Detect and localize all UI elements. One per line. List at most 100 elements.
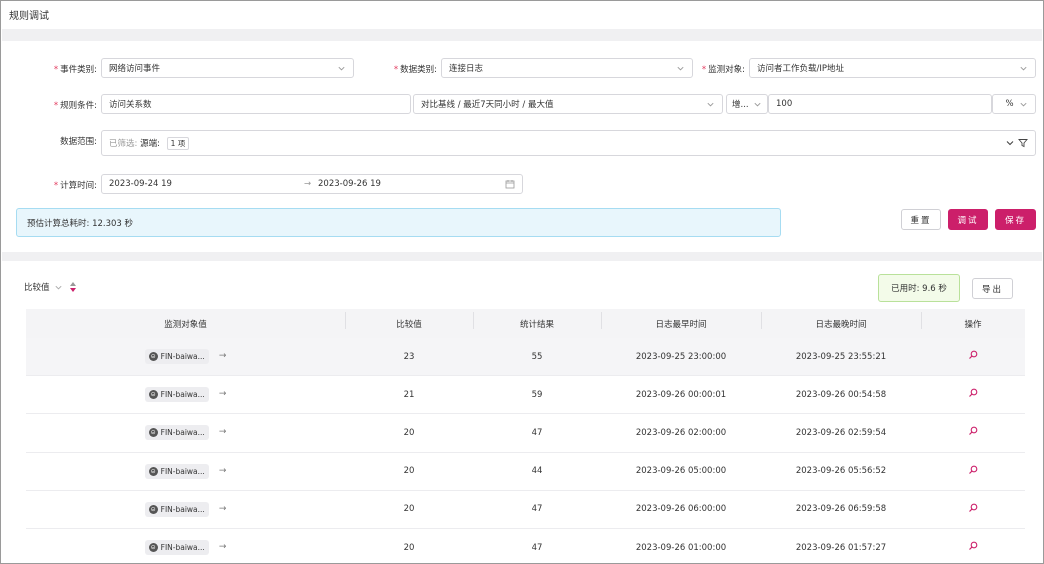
search-icon[interactable]: [968, 388, 978, 398]
calc-time-range-picker[interactable]: 2023-09-24 19 → 2023-09-26 19: [101, 174, 523, 194]
compare-value-cell: 20: [403, 427, 415, 438]
filter-icon[interactable]: [1018, 138, 1028, 148]
workload-icon: ⊝: [148, 543, 158, 553]
data-range-filter[interactable]: 已筛选: 源端: 1 项: [101, 130, 1036, 156]
table-row[interactable]: ⊝ FIN-baiwa... → 21 59 2023-09-26 00:00:01…: [26, 376, 1025, 415]
column-header: 监测对象值: [164, 319, 207, 330]
event-type-select[interactable]: 网络访问事件: [101, 58, 354, 78]
chevron-down-icon: [707, 102, 714, 106]
compare-value-cell: 20: [403, 504, 415, 515]
table-row[interactable]: ⊝ FIN-baiwa... → 20 47 2023-09-26 02:00:00…: [26, 414, 1025, 453]
baseline-select[interactable]: 对比基线 / 最近7天同小时 / 最大值: [413, 94, 723, 114]
threshold-input[interactable]: 100: [768, 94, 992, 114]
save-button[interactable]: 保存: [995, 209, 1036, 230]
rule-condition-label: * 规则条件:: [53, 101, 97, 111]
table-row[interactable]: ⊝ FIN-baiwa... → 20 44 2023-09-26 05:00:00…: [26, 453, 1025, 491]
arrow-right-icon: →: [218, 389, 227, 400]
monitor-object-cell: ⊝ FIN-baiwa... →: [26, 501, 345, 517]
sort-order-icon[interactable]: [69, 281, 77, 293]
workload-icon: ⊝: [148, 428, 158, 438]
search-icon[interactable]: [968, 541, 978, 551]
arrow-right-icon: →: [218, 427, 227, 438]
earliest-time-cell: 2023-09-26 01:00:00: [635, 542, 727, 553]
workload-chip[interactable]: ⊝ FIN-baiwa...: [144, 425, 209, 441]
filter-key: 源端:: [140, 138, 160, 149]
data-type-select[interactable]: 连接日志: [441, 58, 693, 78]
workload-name: FIN-baiwa...: [160, 352, 205, 362]
earliest-time-cell: 2023-09-26 00:00:01: [635, 389, 727, 400]
export-button[interactable]: 导出: [972, 278, 1013, 299]
column-header: 操作: [921, 311, 1025, 330]
workload-chip[interactable]: ⊝ FIN-baiwa...: [144, 349, 209, 365]
start-time-input[interactable]: 2023-09-24 19: [109, 179, 304, 189]
stat-result-cell: 55: [531, 351, 543, 362]
search-icon[interactable]: [968, 465, 978, 475]
latest-time-cell: 2023-09-25 23:55:21: [795, 351, 887, 362]
column-header: 日志最晚时间: [761, 311, 921, 330]
stat-result-cell: 59: [531, 389, 543, 400]
unit-select[interactable]: %: [992, 94, 1036, 114]
earliest-time-cell: 2023-09-26 02:00:00: [635, 427, 727, 438]
rule-debug-panel: 规则调试 * 事件类别: 网络访问事件 * 数据类别: 连接日志 * 监测对象: 访问…: [0, 0, 1044, 564]
filter-count-tag: 1 项: [166, 136, 190, 150]
estimate-info-banner: 预估计算总耗时: 12.303 秒: [16, 208, 781, 237]
results-table: 监测对象值 比较值 统计结果 日志最早时间 日志最晚时间 操作 ⊝ FIN-bai…: [26, 309, 1025, 563]
operator-select[interactable]: 增...: [726, 94, 768, 114]
monitor-object-cell: ⊝ FIN-baiwa... →: [26, 387, 345, 403]
table-body: ⊝ FIN-baiwa... → 23 55 2023-09-25 23:00:00…: [26, 338, 1025, 563]
stat-result-cell: 47: [531, 542, 543, 553]
stat-result-cell: 47: [531, 504, 543, 515]
compare-value-cell: 23: [403, 351, 415, 362]
workload-name: FIN-baiwa...: [160, 390, 205, 400]
monitor-object-select[interactable]: 访问者工作负载/IP地址: [749, 58, 1036, 78]
arrow-right-icon: →: [218, 542, 227, 553]
workload-chip[interactable]: ⊝ FIN-baiwa...: [144, 387, 209, 403]
action-cell: [921, 350, 1025, 363]
workload-name: FIN-baiwa...: [160, 428, 205, 438]
column-header: 统计结果: [473, 311, 601, 330]
table-row[interactable]: ⊝ FIN-baiwa... → 20 47 2023-09-26 06:00:00…: [26, 491, 1025, 529]
latest-time-cell: 2023-09-26 02:59:54: [795, 427, 887, 438]
chevron-down-icon[interactable]: [1005, 138, 1015, 148]
chevron-down-icon: [54, 285, 62, 289]
divider: [2, 252, 1042, 261]
column-header: 日志最早时间: [601, 311, 761, 330]
compare-value-cell: 20: [403, 542, 415, 553]
action-cell: [921, 426, 1025, 439]
table-row[interactable]: ⊝ FIN-baiwa... → 23 55 2023-09-25 23:00:00…: [26, 338, 1025, 377]
monitor-object-cell: ⊝ FIN-baiwa... →: [26, 349, 345, 365]
action-cell: [921, 503, 1025, 516]
workload-name: FIN-baiwa...: [160, 466, 205, 476]
column-header: 比较值: [345, 311, 473, 330]
chevron-down-icon: [1020, 102, 1027, 106]
search-icon[interactable]: [968, 426, 978, 436]
filter-prefix: 已筛选:: [109, 138, 138, 149]
chevron-down-icon: [338, 66, 345, 70]
workload-name: FIN-baiwa...: [160, 543, 205, 553]
workload-chip[interactable]: ⊝ FIN-baiwa...: [144, 540, 209, 556]
table-header: 监测对象值 比较值 统计结果 日志最早时间 日志最晚时间 操作: [26, 309, 1025, 338]
action-cell: [921, 388, 1025, 401]
end-time-input[interactable]: 2023-09-26 19: [318, 179, 505, 189]
latest-time-cell: 2023-09-26 05:56:52: [795, 466, 887, 477]
sort-field-select[interactable]: 比较值: [24, 281, 77, 293]
latest-time-cell: 2023-09-26 00:54:58: [795, 389, 887, 400]
workload-chip[interactable]: ⊝ FIN-baiwa...: [144, 463, 209, 479]
arrow-right-icon: →: [218, 465, 227, 476]
elapsed-time-badge: 已用时: 9.6 秒: [878, 274, 960, 302]
search-icon[interactable]: [968, 350, 978, 360]
arrow-right-icon: →: [218, 503, 227, 514]
debug-button[interactable]: 调试: [948, 209, 988, 230]
workload-icon: ⊝: [148, 504, 158, 514]
workload-icon: ⊝: [148, 352, 158, 362]
earliest-time-cell: 2023-09-26 06:00:00: [635, 504, 727, 515]
rule-metric-select[interactable]: 访问关系数: [101, 94, 411, 114]
search-icon[interactable]: [968, 503, 978, 513]
monitor-object-cell: ⊝ FIN-baiwa... →: [26, 425, 345, 441]
event-type-label: * 事件类别:: [53, 65, 97, 75]
workload-chip[interactable]: ⊝ FIN-baiwa...: [144, 501, 209, 517]
page-title: 规则调试: [9, 11, 49, 22]
action-cell: [921, 541, 1025, 554]
reset-button[interactable]: 重置: [901, 209, 941, 230]
table-row[interactable]: ⊝ FIN-baiwa... → 20 47 2023-09-26 01:00:00…: [26, 529, 1025, 563]
